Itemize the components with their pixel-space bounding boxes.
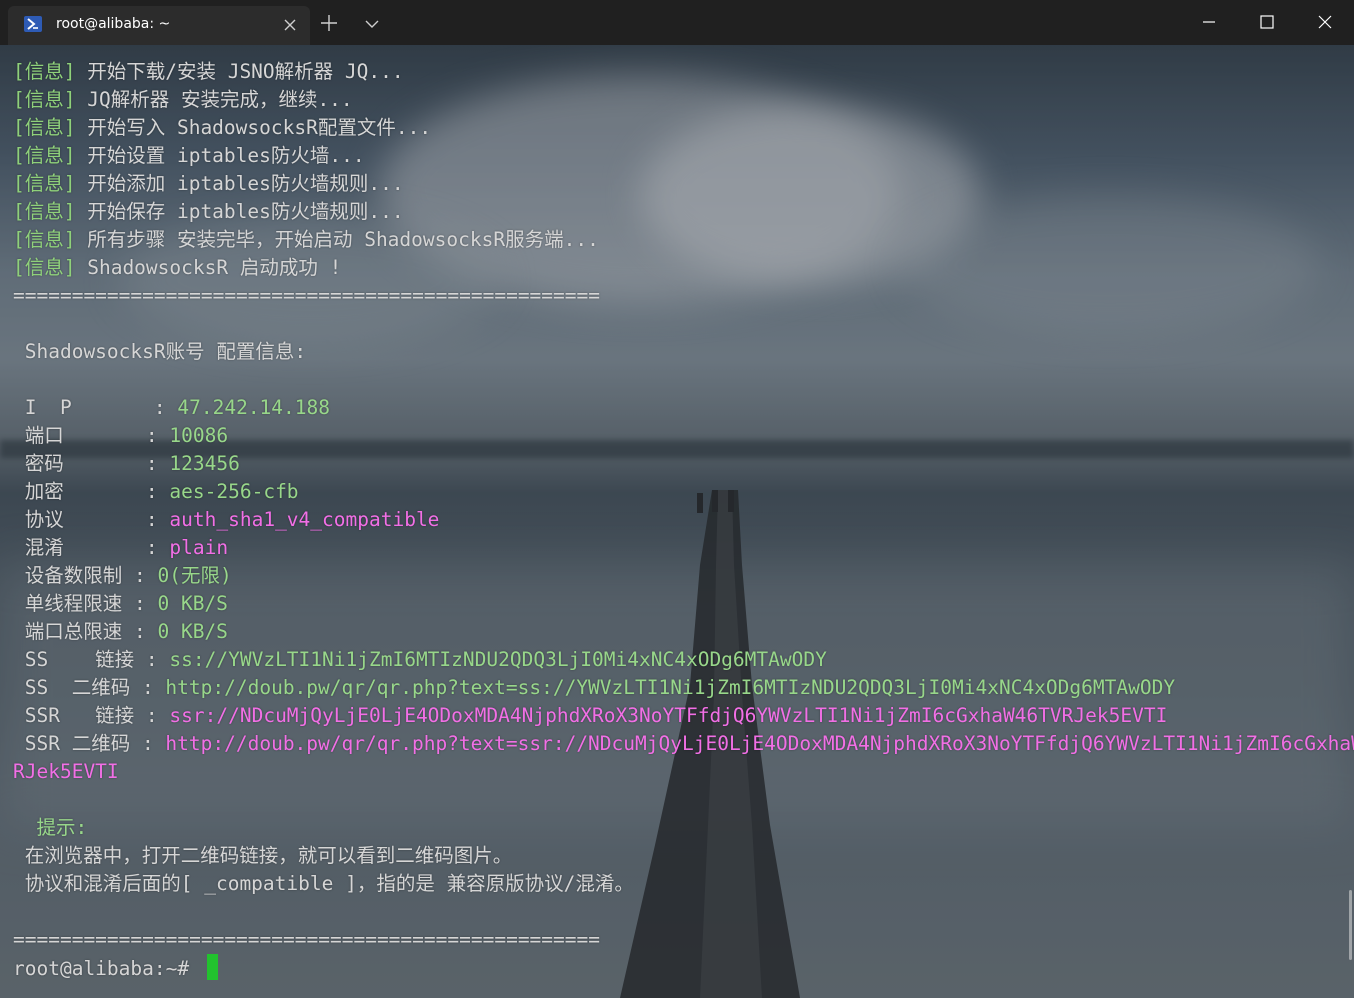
config-value: plain bbox=[169, 536, 229, 559]
ssr-qr-link[interactable]: http://doub.pw/qr/qr.php?text=ssr://NDcu… bbox=[165, 732, 1354, 755]
config-label: 加密 : bbox=[13, 480, 170, 503]
maximize-button[interactable] bbox=[1238, 0, 1296, 45]
config-row-protocol: 协议 : auth_sha1_v4_compatible bbox=[13, 506, 1343, 534]
tab-root-alibaba[interactable]: root@alibaba: ~ bbox=[8, 6, 310, 45]
ss-qr-link[interactable]: http://doub.pw/qr/qr.php?text=ss://YWVzL… bbox=[165, 676, 1175, 699]
config-value: 47.242.14.188 bbox=[177, 396, 330, 419]
config-label: I P : bbox=[13, 396, 178, 419]
terminal-window: root@alibaba: ~ [信息] 开始下载/安装 JSNO解析器 JQ.… bbox=[0, 0, 1354, 998]
hint-title: 提示: bbox=[13, 816, 88, 839]
info-text: 开始下载/安装 JSNO解析器 JQ... bbox=[75, 60, 404, 83]
maximize-icon bbox=[1260, 15, 1274, 29]
info-tag: [信息] bbox=[13, 88, 76, 111]
config-value: 0 KB/S bbox=[157, 592, 228, 615]
config-label: 混淆 : bbox=[13, 536, 170, 559]
separator-line: ========================================… bbox=[13, 928, 600, 951]
config-row-password: 密码 : 123456 bbox=[13, 450, 1343, 478]
config-row-encryption: 加密 : aes-256-cfb bbox=[13, 478, 1343, 506]
info-line: [信息] 开始下载/安装 JSNO解析器 JQ... bbox=[13, 58, 1343, 86]
info-text: 开始保存 iptables防火墙规则... bbox=[75, 200, 404, 223]
config-row-thread-speed: 单线程限速 : 0 KB/S bbox=[13, 590, 1343, 618]
info-line: [信息] 开始写入 ShadowsocksR配置文件... bbox=[13, 114, 1343, 142]
ssr-qr-link-wrap[interactable]: RJek5EVTI bbox=[13, 758, 1343, 786]
info-tag: [信息] bbox=[13, 116, 76, 139]
config-row-ip: I P : 47.242.14.188 bbox=[13, 394, 1343, 422]
terminal-output[interactable]: [信息] 开始下载/安装 JSNO解析器 JQ... [信息] JQ解析器 安装… bbox=[0, 45, 1354, 998]
config-value: 123456 bbox=[169, 452, 240, 475]
info-tag: [信息] bbox=[13, 256, 76, 279]
config-label: 设备数限制 : bbox=[13, 564, 158, 587]
info-text: 开始添加 iptables防火墙规则... bbox=[75, 172, 404, 195]
info-text: 所有步骤 安装完毕，开始启动 ShadowsocksR服务端... bbox=[75, 228, 599, 251]
info-line: [信息] 开始保存 iptables防火墙规则... bbox=[13, 198, 1343, 226]
ss-link[interactable]: ss://YWVzLTI1Ni1jZmI6MTIzNDU2QDQ3LjI0Mi4… bbox=[169, 648, 826, 671]
hint-line: 协议和混淆后面的[ _compatible ]，指的是 兼容原版协议/混淆。 bbox=[13, 872, 634, 895]
config-title: ShadowsocksR账号 配置信息: bbox=[13, 340, 307, 363]
config-value: aes-256-cfb bbox=[169, 480, 299, 503]
ssr-link[interactable]: ssr://NDcuMjQyLjE0LjE4ODoxMDA4NjphdXRoX3… bbox=[169, 704, 1167, 727]
config-row-obfs: 混淆 : plain bbox=[13, 534, 1343, 562]
powershell-icon bbox=[24, 16, 42, 32]
info-text: 开始写入 ShadowsocksR配置文件... bbox=[75, 116, 432, 139]
info-tag: [信息] bbox=[13, 60, 76, 83]
separator-line: ========================================… bbox=[13, 284, 600, 307]
close-tab-icon[interactable] bbox=[280, 15, 300, 35]
text-cursor bbox=[206, 954, 218, 980]
config-value: 0(无限) bbox=[157, 564, 232, 587]
close-icon bbox=[1318, 15, 1332, 29]
info-tag: [信息] bbox=[13, 144, 76, 167]
scrollbar-thumb[interactable] bbox=[1349, 890, 1352, 960]
config-value: 10086 bbox=[169, 424, 229, 447]
shell-prompt: root@alibaba:~# bbox=[13, 957, 201, 980]
config-row-ss-link: SS 链接 : ss://YWVzLTI1Ni1jZmI6MTIzNDU2QDQ… bbox=[13, 646, 1343, 674]
config-value: auth_sha1_v4_compatible bbox=[169, 508, 440, 531]
chevron-down-icon[interactable] bbox=[362, 14, 382, 34]
prompt-line[interactable]: root@alibaba:~# bbox=[13, 954, 1343, 982]
config-label: 协议 : bbox=[13, 508, 170, 531]
config-label: 端口 : bbox=[13, 424, 170, 447]
info-line: [信息] 开始设置 iptables防火墙... bbox=[13, 142, 1343, 170]
info-tag: [信息] bbox=[13, 172, 76, 195]
config-row-ssr-link: SSR 链接 : ssr://NDcuMjQyLjE0LjE4ODoxMDA4N… bbox=[13, 702, 1343, 730]
info-line: [信息] JQ解析器 安装完成，继续... bbox=[13, 86, 1343, 114]
title-bar[interactable]: root@alibaba: ~ bbox=[0, 0, 1354, 45]
info-line: [信息] 开始添加 iptables防火墙规则... bbox=[13, 170, 1343, 198]
config-label: 端口总限速 : bbox=[13, 620, 158, 643]
info-line: [信息] ShadowsocksR 启动成功 ! bbox=[13, 254, 1343, 282]
config-label: SSR 二维码 : bbox=[13, 732, 166, 755]
config-row-port: 端口 : 10086 bbox=[13, 422, 1343, 450]
config-label: SS 链接 : bbox=[13, 648, 170, 671]
config-label: 密码 : bbox=[13, 452, 170, 475]
config-label: SSR 链接 : bbox=[13, 704, 170, 727]
tab-title: root@alibaba: ~ bbox=[56, 16, 171, 32]
terminal-lines: [信息] 开始下载/安装 JSNO解析器 JQ... [信息] JQ解析器 安装… bbox=[13, 58, 1354, 982]
info-text: ShadowsocksR 启动成功 ! bbox=[75, 256, 342, 279]
config-label: 单线程限速 : bbox=[13, 592, 158, 615]
info-tag: [信息] bbox=[13, 200, 76, 223]
info-text: JQ解析器 安装完成，继续... bbox=[75, 88, 353, 111]
config-row-device-limit: 设备数限制 : 0(无限) bbox=[13, 562, 1343, 590]
config-label: SS 二维码 : bbox=[13, 676, 166, 699]
minimize-icon bbox=[1203, 21, 1215, 23]
config-row-port-speed: 端口总限速 : 0 KB/S bbox=[13, 618, 1343, 646]
info-text: 开始设置 iptables防火墙... bbox=[75, 144, 365, 167]
config-row-ss-qr: SS 二维码 : http://doub.pw/qr/qr.php?text=s… bbox=[13, 674, 1343, 702]
info-tag: [信息] bbox=[13, 228, 76, 251]
hint-line: 在浏览器中，打开二维码链接，就可以看到二维码图片。 bbox=[13, 844, 513, 867]
new-tab-button[interactable] bbox=[318, 12, 340, 34]
info-line: [信息] 所有步骤 安装完毕，开始启动 ShadowsocksR服务端... bbox=[13, 226, 1343, 254]
close-window-button[interactable] bbox=[1296, 0, 1354, 45]
minimize-button[interactable] bbox=[1180, 0, 1238, 45]
config-row-ssr-qr: SSR 二维码 : http://doub.pw/qr/qr.php?text=… bbox=[13, 730, 1354, 758]
config-value: 0 KB/S bbox=[157, 620, 228, 643]
